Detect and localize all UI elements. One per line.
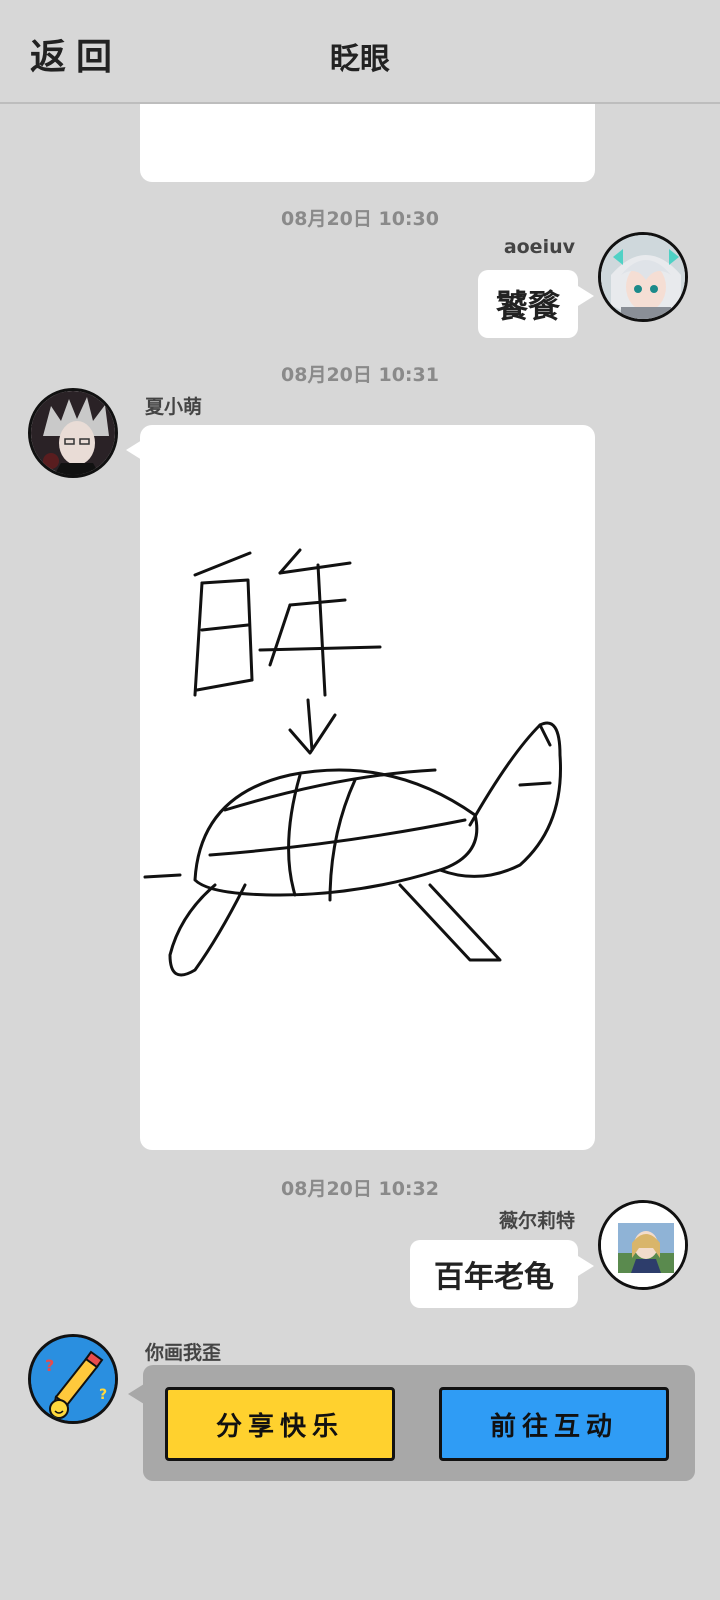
message-timestamp: 08月20日 10:32 <box>281 1178 439 1200</box>
sender-name: 薇尔莉特 <box>498 1210 575 1232</box>
sender-name: 你画我歪 <box>145 1342 222 1364</box>
anime-avatar-icon <box>31 391 115 475</box>
go-interact-button[interactable]: 前往互动 <box>439 1387 669 1461</box>
drawing-card[interactable]: 百年 <box>140 425 595 1150</box>
message-bubble[interactable]: 百年老龟 <box>410 1240 578 1308</box>
page-title: 眨眼 <box>330 42 390 77</box>
top-bar: 返回 眨眼 <box>0 0 720 104</box>
pencil-logo-icon: ? ? <box>31 1337 115 1421</box>
message-timestamp: 08月20日 10:31 <box>281 364 439 386</box>
go-interact-label: 前往互动 <box>489 1411 618 1442</box>
anime-avatar-icon <box>601 1203 685 1287</box>
message-text: 饕餮 <box>495 287 560 325</box>
share-joy-label: 分享快乐 <box>215 1411 344 1442</box>
bubble-tail <box>578 1256 594 1276</box>
message-text: 百年老龟 <box>434 1260 554 1295</box>
avatar[interactable] <box>598 1200 688 1290</box>
avatar[interactable]: ? ? <box>28 1334 118 1424</box>
action-panel: 分享快乐 前往互动 <box>143 1365 695 1481</box>
avatar[interactable] <box>598 232 688 322</box>
avatar[interactable] <box>28 388 118 478</box>
svg-text:?: ? <box>99 1387 107 1403</box>
bubble-tail <box>128 1384 144 1404</box>
previous-drawing-card[interactable] <box>140 104 595 182</box>
turtle-drawing <box>143 548 562 977</box>
sender-name: 夏小萌 <box>145 396 203 418</box>
share-joy-button[interactable]: 分享快乐 <box>165 1387 395 1461</box>
svg-text:?: ? <box>45 1356 54 1375</box>
anime-avatar-icon <box>601 235 685 319</box>
sender-name: aoeiuv <box>503 236 575 258</box>
bubble-tail <box>578 286 594 306</box>
message-timestamp: 08月20日 10:30 <box>281 208 439 230</box>
message-bubble[interactable]: 饕餮 <box>478 270 578 338</box>
